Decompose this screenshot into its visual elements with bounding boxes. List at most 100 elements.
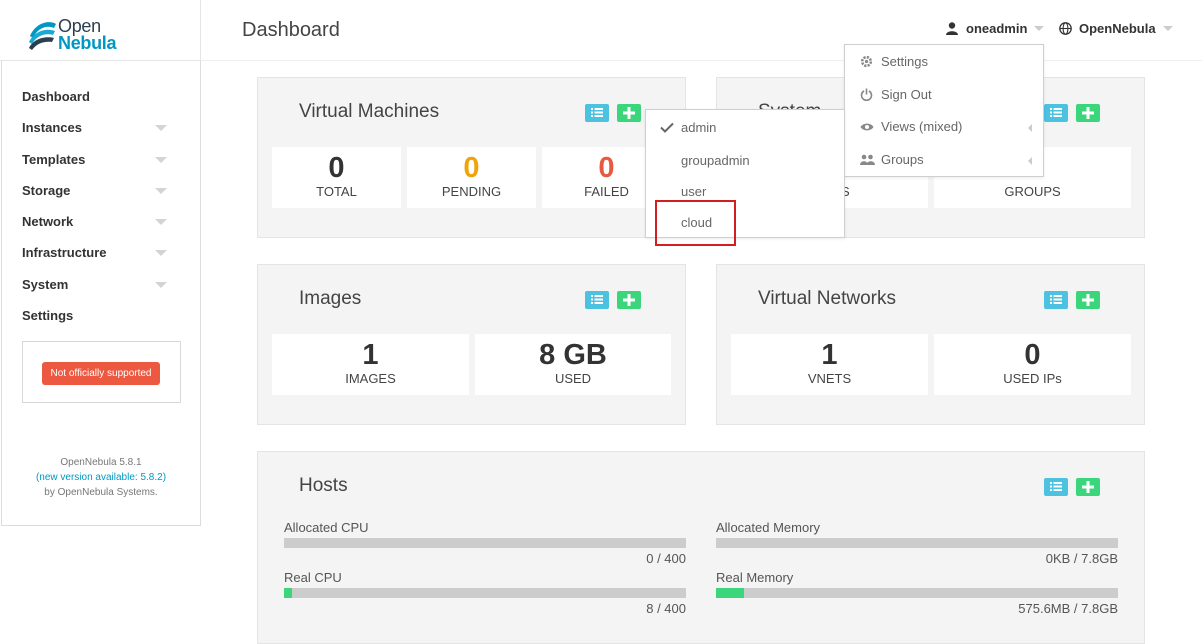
stat-label: VNETS bbox=[807, 371, 852, 386]
hosts-add-button[interactable] bbox=[1076, 478, 1100, 496]
menu-item-settings[interactable]: Settings bbox=[860, 54, 928, 69]
real-cpu-value: 8 / 400 bbox=[646, 601, 686, 616]
menu-item-label: Sign Out bbox=[881, 87, 932, 102]
system-add-button[interactable] bbox=[1076, 104, 1100, 122]
images-add-button[interactable] bbox=[617, 291, 641, 309]
caret-left-icon bbox=[1028, 124, 1032, 132]
vms-list-button[interactable] bbox=[585, 104, 609, 122]
hosts-panel-title[interactable]: Hosts bbox=[299, 475, 348, 497]
zone-menu-toggle[interactable]: OpenNebula bbox=[1059, 21, 1173, 36]
stat-value: 1 bbox=[362, 339, 379, 371]
view-option-admin[interactable]: admin bbox=[660, 120, 716, 135]
check-icon bbox=[660, 122, 674, 133]
caret-down-icon bbox=[155, 156, 167, 163]
by-prefix: by bbox=[44, 487, 55, 498]
plus-icon bbox=[1082, 294, 1094, 306]
caret-down-icon bbox=[155, 187, 167, 194]
images-list-button[interactable] bbox=[585, 291, 609, 309]
allocated-cpu-value: 0 / 400 bbox=[646, 551, 686, 566]
hosts-list-button[interactable] bbox=[1044, 478, 1068, 496]
user-icon bbox=[946, 22, 958, 35]
menu-item-groups[interactable]: Groups bbox=[860, 152, 1032, 167]
view-option-user[interactable]: user bbox=[681, 184, 706, 199]
globe-icon bbox=[1059, 22, 1072, 35]
menu-item-sign-out[interactable]: Sign Out bbox=[860, 87, 932, 102]
brand-name: Open Nebula bbox=[58, 17, 117, 53]
logo-area[interactable]: Open Nebula bbox=[0, 0, 201, 61]
allocated-cpu-bar bbox=[284, 538, 686, 548]
menu-item-label: Views (mixed) bbox=[881, 119, 963, 134]
plus-icon bbox=[623, 107, 635, 119]
vms-panel-title[interactable]: Virtual Machines bbox=[299, 101, 439, 123]
allocated-memory-bar bbox=[716, 538, 1118, 548]
vnets-list-button[interactable] bbox=[1044, 291, 1068, 309]
brand-line2: Nebula bbox=[58, 33, 117, 53]
view-option-groupadmin[interactable]: groupadmin bbox=[681, 153, 750, 168]
sidebar-item-storage[interactable]: Storage bbox=[2, 179, 200, 210]
caret-left-icon bbox=[1028, 157, 1032, 165]
caret-down-icon bbox=[155, 125, 167, 132]
stat-value: 0 bbox=[463, 152, 480, 184]
list-icon bbox=[1050, 482, 1062, 491]
real-cpu-bar bbox=[284, 588, 686, 598]
chevron-down-icon bbox=[1034, 26, 1045, 31]
stat-label: USED bbox=[554, 371, 592, 386]
stat-value: 1 bbox=[821, 339, 838, 371]
list-icon bbox=[591, 108, 603, 117]
vms-panel: Virtual Machines 0 TOTAL 0 PENDING 0 FAI… bbox=[257, 77, 686, 238]
users-icon bbox=[860, 154, 875, 165]
stat-value: 0 bbox=[328, 152, 345, 184]
chevron-down-icon bbox=[1162, 26, 1173, 31]
vms-pending-stat[interactable]: 0 PENDING bbox=[407, 147, 536, 208]
stat-label: GROUPS bbox=[1004, 184, 1061, 199]
stat-label: USED IPs bbox=[1003, 371, 1062, 386]
page-title: Dashboard bbox=[242, 19, 340, 41]
system-list-button[interactable] bbox=[1044, 104, 1068, 122]
menu-item-label: Groups bbox=[881, 152, 924, 167]
images-count-stat[interactable]: 1 IMAGES bbox=[272, 334, 469, 395]
list-icon bbox=[1050, 295, 1062, 304]
real-memory-value: 575.6MB / 7.8GB bbox=[1018, 601, 1118, 616]
menu-item-views[interactable]: Views (mixed) bbox=[860, 119, 1032, 134]
vnets-count-stat[interactable]: 1 VNETS bbox=[731, 334, 928, 395]
sidebar-item-infrastructure[interactable]: Infrastructure bbox=[2, 241, 200, 272]
caret-down-icon bbox=[155, 281, 167, 288]
vnets-used-ips-stat[interactable]: 0 USED IPs bbox=[934, 334, 1131, 395]
sidebar-menu: Dashboard Instances Templates Storage Ne… bbox=[2, 61, 200, 335]
stat-value: 0 bbox=[1024, 339, 1041, 371]
vnets-panel-title[interactable]: Virtual Networks bbox=[758, 288, 896, 310]
images-used-stat[interactable]: 8 GB USED bbox=[475, 334, 671, 395]
real-memory-label: Real Memory bbox=[716, 570, 794, 585]
user-menu-toggle[interactable]: oneadmin bbox=[946, 21, 1045, 36]
username: oneadmin bbox=[966, 21, 1028, 36]
plus-icon bbox=[623, 294, 635, 306]
sidebar-item-network[interactable]: Network bbox=[2, 210, 200, 241]
list-icon bbox=[591, 295, 603, 304]
hosts-panel: Hosts Allocated CPU 0 / 400 Real CPU 8 /… bbox=[257, 451, 1145, 644]
support-box: Not officially supported bbox=[22, 341, 181, 403]
stat-value: 8 GB bbox=[539, 339, 607, 371]
sidebar-item-dashboard[interactable]: Dashboard bbox=[2, 85, 200, 116]
sidebar-item-label: Settings bbox=[22, 308, 74, 324]
vnets-panel: Virtual Networks 1 VNETS 0 USED IPs bbox=[716, 264, 1145, 425]
support-badge[interactable]: Not officially supported bbox=[42, 362, 160, 385]
vnets-add-button[interactable] bbox=[1076, 291, 1100, 309]
opennebula-logo-icon bbox=[29, 22, 56, 50]
images-panel-title[interactable]: Images bbox=[299, 288, 361, 310]
vms-add-button[interactable] bbox=[617, 104, 641, 122]
header-divider bbox=[201, 60, 1202, 61]
stat-label: PENDING bbox=[441, 184, 502, 199]
sidebar-item-label: Dashboard bbox=[22, 89, 90, 104]
vms-total-stat[interactable]: 0 TOTAL bbox=[272, 147, 401, 208]
new-version-link[interactable]: (new version available: 5.8.2) bbox=[2, 470, 200, 485]
sidebar-item-system[interactable]: System bbox=[2, 273, 200, 304]
stat-label: IMAGES bbox=[345, 371, 396, 386]
sidebar-item-templates[interactable]: Templates bbox=[2, 148, 200, 179]
sidebar-item-instances[interactable]: Instances bbox=[2, 116, 200, 147]
sidebar-item-settings[interactable]: Settings bbox=[2, 304, 200, 335]
sidebar-item-label: Storage bbox=[22, 182, 71, 198]
stat-label: TOTAL bbox=[316, 184, 357, 199]
gear-icon bbox=[860, 55, 873, 68]
caret-down-icon bbox=[155, 219, 167, 226]
real-cpu-fill bbox=[284, 588, 293, 598]
